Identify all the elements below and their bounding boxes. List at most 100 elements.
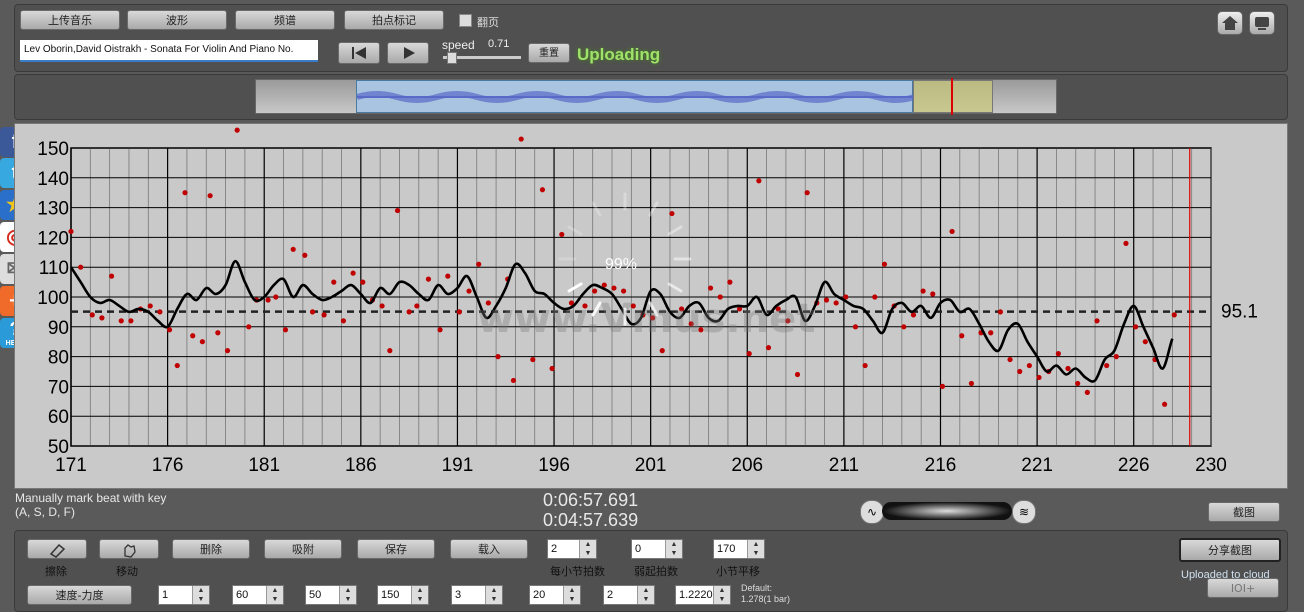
beat-point [862, 362, 868, 369]
beat-point [476, 261, 482, 267]
y-tick-label: 100 [37, 288, 69, 309]
reset-button[interactable]: 重置 [528, 43, 570, 63]
waveform-track[interactable] [255, 78, 1057, 115]
stepper-8[interactable]: 1.2220 ▲ ▼ [675, 585, 731, 605]
beat-point [360, 279, 366, 285]
top-toolbar: 上传音乐 波形 频谱 拍点标记 翻页 Lev Oborin,David Oist… [14, 4, 1288, 72]
track-title-text: Lev Oborin,David Oistrakh - Sonata For V… [24, 44, 294, 55]
stepper-arrows-icon[interactable]: ▲ ▼ [339, 586, 356, 604]
fullscreen-button[interactable] [1249, 11, 1275, 35]
beat-point [1113, 354, 1119, 360]
y-tick-label: 130 [37, 199, 69, 220]
beat-point [510, 377, 517, 384]
stepper-1[interactable]: 1 ▲ ▼ [158, 585, 210, 605]
x-tick-label: 196 [538, 455, 570, 476]
bar-shift-stepper[interactable]: 170 ▲ ▼ [713, 539, 765, 559]
waveform-panel [14, 74, 1288, 120]
monitor-icon [1255, 17, 1269, 30]
rewind-button[interactable] [338, 42, 380, 64]
upload-music-button[interactable]: 上传音乐 [20, 10, 120, 30]
stepper-arrows-icon[interactable]: ▲ ▼ [747, 540, 764, 558]
speed-force-button[interactable]: 速度-力度 [27, 585, 132, 605]
home-button[interactable] [1217, 11, 1243, 35]
stepper-3[interactable]: 50 ▲ ▼ [305, 585, 357, 605]
beat-point [282, 327, 289, 333]
beat-point [406, 309, 412, 315]
x-tick-label: 186 [345, 455, 377, 476]
stepper-arrows-icon[interactable]: ▲ ▼ [485, 586, 502, 604]
load-button[interactable]: 载入 [450, 539, 528, 559]
beat-point [394, 207, 401, 214]
stepper-arrows-icon[interactable]: ▲ ▼ [665, 540, 682, 558]
move-label: 移动 [116, 565, 138, 578]
waveform-selection[interactable] [913, 80, 993, 113]
spectrum-button[interactable]: 频谱 [235, 10, 335, 30]
waveform-visible-region[interactable] [356, 80, 914, 113]
speed-slider[interactable] [443, 52, 521, 64]
play-button[interactable] [387, 42, 429, 64]
stepper-arrows-icon[interactable]: ▲ ▼ [713, 586, 730, 604]
stepper-6[interactable]: 20 ▲ ▼ [529, 585, 581, 605]
pickup-stepper[interactable]: 0 ▲ ▼ [631, 539, 683, 559]
beat-point [901, 324, 907, 330]
stepper-arrows-icon[interactable]: ▲ ▼ [411, 586, 428, 604]
beat-point [290, 246, 296, 252]
stepper-arrows-icon[interactable]: ▲ ▼ [637, 586, 654, 604]
average-label: 95.1 [1221, 302, 1258, 323]
time-total: 0:06:57.691 [543, 490, 639, 510]
beat-point [224, 348, 231, 354]
speed-slider-thumb[interactable] [447, 52, 457, 64]
beat-point [246, 324, 252, 330]
beats-per-bar-stepper[interactable]: 2 ▲ ▼ [547, 539, 597, 559]
beat-point [1094, 318, 1100, 324]
stepper-4[interactable]: 150 ▲ ▼ [377, 585, 429, 605]
x-tick-label: 226 [1118, 455, 1150, 476]
speed-value: 0.71 [488, 38, 510, 50]
delete-button[interactable]: 删除 [172, 539, 250, 559]
erase-button[interactable] [27, 539, 87, 559]
tap-mark-button[interactable]: 拍点标记 [344, 10, 444, 30]
stepper-arrows-icon[interactable]: ▲ ▼ [579, 540, 596, 558]
beat-point [1084, 389, 1090, 395]
snap-button[interactable]: 吸附 [264, 539, 342, 559]
stepper-2[interactable]: 60 ▲ ▼ [232, 585, 284, 605]
volume-slider[interactable]: ∿ ≋ [860, 500, 1036, 524]
stepper-arrows-icon[interactable]: ▲ ▼ [266, 586, 283, 604]
page-turn-checkbox[interactable] [459, 14, 472, 27]
beat-point [456, 309, 462, 315]
x-tick-label: 171 [55, 455, 87, 476]
stepper-arrows-icon[interactable]: ▲ ▼ [563, 586, 580, 604]
stepper-5[interactable]: 3 ▲ ▼ [451, 585, 503, 605]
beat-point [959, 333, 965, 339]
beat-point [265, 297, 271, 303]
beat-point [350, 270, 356, 276]
loading-progress: 99% [605, 256, 638, 273]
beat-point [215, 330, 221, 336]
beat-point [727, 279, 733, 285]
stepper-7[interactable]: 2 ▲ ▼ [603, 585, 655, 605]
track-title-field[interactable]: Lev Oborin,David Oistrakh - Sonata For V… [20, 40, 318, 62]
x-tick-label: 191 [442, 455, 474, 476]
beat-point [108, 273, 115, 279]
waveform-button[interactable]: 波形 [127, 10, 227, 30]
beat-point [930, 291, 936, 297]
time-current: 0:04:57.639 [543, 510, 639, 530]
move-button[interactable] [99, 539, 159, 559]
screenshot-button[interactable]: 截图 [1208, 502, 1280, 522]
playhead-marker[interactable] [951, 78, 953, 115]
beat-point [539, 187, 546, 193]
volume-track[interactable] [882, 502, 1012, 520]
save-button[interactable]: 保存 [357, 539, 435, 559]
speed-label: speed [442, 38, 475, 52]
default-line-2: 1.278(1 bar) [741, 594, 791, 604]
beats-per-bar-label: 每小节拍数 [550, 565, 605, 578]
x-tick-label: 201 [635, 455, 667, 476]
beat-point [182, 190, 188, 196]
share-screenshot-button[interactable]: 分享截图 [1179, 538, 1281, 562]
id-button[interactable]: IOI+ [1207, 578, 1279, 598]
beat-point [1017, 368, 1023, 375]
home-icon [1222, 16, 1238, 30]
beat-point [1133, 324, 1139, 330]
stepper-arrows-icon[interactable]: ▲ ▼ [192, 586, 209, 604]
waveform-small-icon: ∿ [860, 500, 884, 524]
